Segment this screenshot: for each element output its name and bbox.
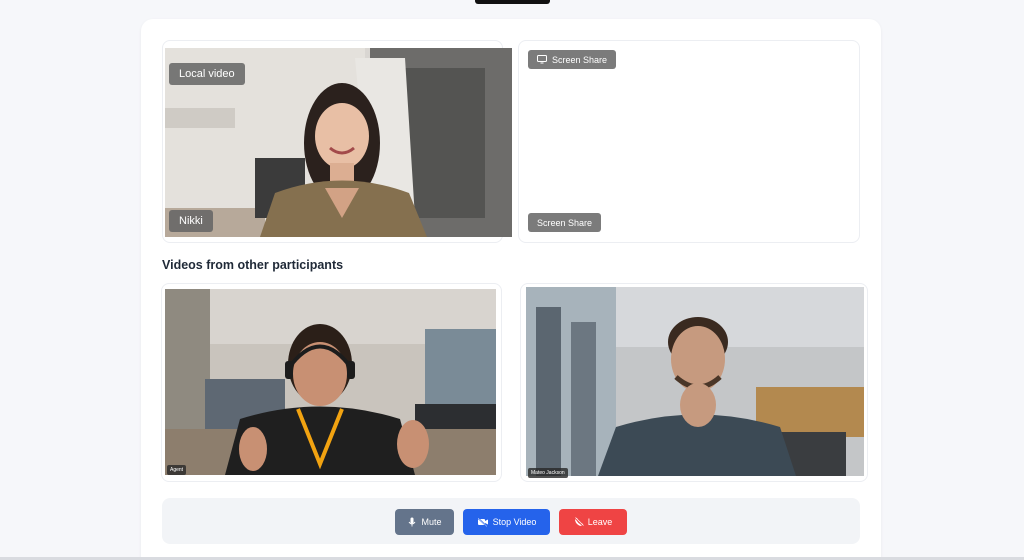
phone-off-icon: [574, 517, 584, 527]
video-off-icon: [477, 517, 488, 527]
local-participant-name: Nikki: [169, 210, 213, 232]
stop-video-button-label: Stop Video: [492, 517, 537, 527]
participant-name: Mateo Jackson: [528, 468, 568, 478]
window-notch: [475, 0, 550, 4]
participant-video-image: [526, 287, 864, 476]
mute-button-label: Mute: [421, 517, 442, 527]
monitor-icon: [537, 55, 547, 64]
mute-button[interactable]: Mute: [395, 509, 454, 535]
participant-video-feed: [526, 287, 864, 476]
leave-button[interactable]: Leave: [559, 509, 627, 535]
stop-video-button[interactable]: Stop Video: [463, 509, 550, 535]
participants-section-title: Videos from other participants: [162, 258, 344, 272]
screen-share-label-top-text: Screen Share: [552, 54, 608, 65]
participant-video-image: [165, 289, 496, 475]
participant-name: Agent: [167, 465, 187, 475]
leave-button-label: Leave: [587, 517, 613, 527]
microphone-icon: [409, 517, 416, 527]
screen-share-label-top: Screen Share: [528, 50, 617, 69]
local-video-heading: Local video: [169, 63, 245, 85]
participant-video-feed: [165, 289, 496, 475]
screen-share-label-bottom: Screen Share: [528, 213, 602, 232]
